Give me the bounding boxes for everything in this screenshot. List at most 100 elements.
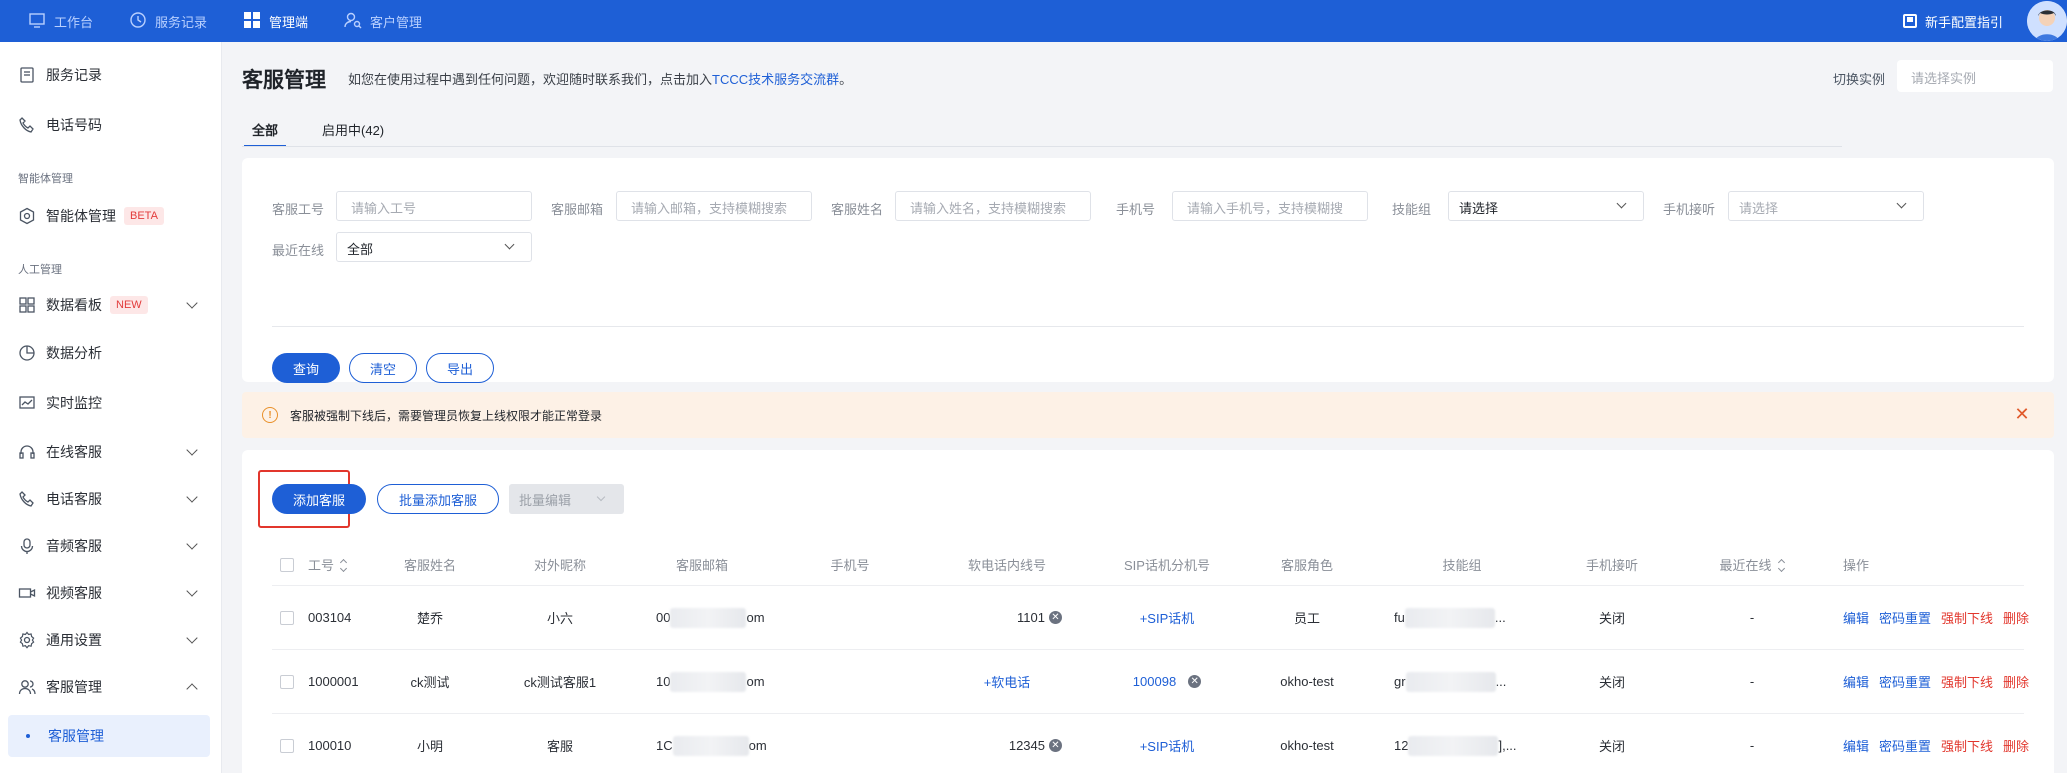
cell-actions: 编辑 密码重置 强制下线 删除: [1843, 714, 2039, 773]
topnav-workbench[interactable]: 工作台: [28, 0, 93, 42]
sidebar-item-ai-manage[interactable]: 智能体管理 BETA: [0, 198, 222, 234]
sidebar-item-monitor[interactable]: 实时监控: [0, 385, 222, 421]
edit-link[interactable]: 编辑: [1843, 672, 1869, 691]
reset-password-link[interactable]: 密码重置: [1879, 672, 1931, 691]
chevron-down-icon: [1896, 198, 1907, 209]
skill-group-value: 请选择: [1459, 201, 1499, 216]
sidebar-item-service-records[interactable]: 服务记录: [0, 57, 222, 93]
add-sip-link[interactable]: +SIP话机: [1140, 608, 1195, 627]
table-row: 1000001 ck测试 ck测试客服1 10 om +软电话 100098 ✕ o…: [272, 650, 2029, 714]
delete-link[interactable]: 删除: [2003, 736, 2029, 755]
remove-icon[interactable]: ✕: [1188, 675, 1202, 688]
onboarding-guide-link[interactable]: 新手配置指引: [1902, 12, 2003, 31]
reset-password-link[interactable]: 密码重置: [1879, 608, 1931, 627]
force-offline-link[interactable]: 强制下线: [1941, 736, 1993, 755]
sidebar-item-phone-service[interactable]: 电话客服: [0, 481, 222, 517]
col-skill-group: 技能组: [1442, 558, 1482, 573]
row-checkbox[interactable]: [280, 586, 294, 649]
chevron-down-icon: [504, 239, 515, 250]
softphone-number: 12345: [1008, 738, 1045, 753]
sidebar-item-label: 音频客服: [46, 538, 102, 554]
tab-enabled[interactable]: 启用中(42): [312, 116, 394, 145]
row-checkbox[interactable]: [280, 714, 294, 773]
select-all-checkbox[interactable]: [280, 544, 294, 585]
sidebar-item-video-service[interactable]: 视频客服: [0, 575, 222, 611]
topnav-service-records[interactable]: 服务记录: [129, 0, 207, 42]
agent-id-input[interactable]: 请输入工号: [336, 191, 532, 221]
skill-end: ...: [1495, 674, 1507, 689]
sidebar-item-phone-numbers[interactable]: 电话号码: [0, 107, 222, 143]
mobile-answer-select[interactable]: 请选择: [1728, 191, 1924, 221]
filter-divider: [272, 326, 2024, 327]
skill-group-label: 技能组: [1392, 202, 1432, 217]
edit-link[interactable]: 编辑: [1843, 736, 1869, 755]
cell-role: 员工: [1293, 611, 1320, 626]
cell-sip: 100098 ✕: [1102, 650, 1232, 713]
col-sip: SIP话机分机号: [1124, 558, 1210, 573]
avatar[interactable]: [2027, 1, 2067, 41]
sidebar-item-label: 电话客服: [46, 491, 102, 507]
sidebar-subitem-agent-manage[interactable]: 客服管理: [8, 715, 210, 757]
email-input[interactable]: 请输入邮箱，支持模糊搜索: [616, 191, 812, 221]
monitor-icon: [28, 11, 46, 32]
clock-icon: [129, 11, 147, 32]
email-label: 客服邮箱: [551, 202, 604, 217]
add-softphone-link[interactable]: +软电话: [984, 672, 1031, 691]
sidebar-item-audio-service[interactable]: 音频客服: [0, 528, 222, 564]
delete-link[interactable]: 删除: [2003, 672, 2029, 691]
tab-all[interactable]: 全部: [242, 116, 288, 147]
edit-link[interactable]: 编辑: [1843, 608, 1869, 627]
page-title: 客服管理: [242, 69, 326, 92]
remove-icon[interactable]: ✕: [1049, 611, 1062, 624]
hint-text: 如您在使用过程中遇到任何问题，欢迎随时联系我们，点击加入: [348, 72, 713, 87]
query-button[interactable]: 查询: [272, 353, 340, 383]
instance-select[interactable]: 请选择实例: [1897, 60, 2053, 92]
name-input[interactable]: 请输入姓名，支持模糊搜索: [895, 191, 1091, 221]
cell-sip: +SIP话机: [1102, 586, 1232, 649]
cell-skill-group: fu...: [1394, 586, 1506, 649]
col-label: 最近在线: [1719, 558, 1772, 573]
dashboard-icon: [18, 296, 36, 314]
export-button[interactable]: 导出: [426, 353, 494, 383]
topnav-admin[interactable]: 管理端: [243, 0, 308, 42]
cell-recent-online: -: [1749, 674, 1755, 689]
grid-icon: [243, 11, 261, 32]
chevron-down-icon: [186, 585, 198, 597]
sidebar-item-analytics[interactable]: 数据分析: [0, 335, 222, 371]
skill-group-select[interactable]: 请选择: [1448, 191, 1644, 221]
delete-link[interactable]: 删除: [2003, 608, 2029, 627]
recent-online-select[interactable]: 全部: [336, 232, 532, 262]
cell-name: 楚乔: [416, 611, 443, 626]
mobile-answer-label: 手机接听: [1663, 202, 1716, 217]
sidebar-item-online-service[interactable]: 在线客服: [0, 434, 222, 470]
forced-offline-notice: ! 客服被强制下线后，需要管理员恢复上线权限才能正常登录 ✕: [242, 392, 2054, 438]
row-checkbox[interactable]: [280, 650, 294, 713]
force-offline-link[interactable]: 强制下线: [1941, 608, 1993, 627]
force-offline-link[interactable]: 强制下线: [1941, 672, 1993, 691]
sidebar-item-dashboard[interactable]: 数据看板 NEW: [0, 287, 222, 323]
email-start: 00: [656, 610, 671, 625]
remove-icon[interactable]: ✕: [1049, 739, 1062, 752]
close-icon[interactable]: ✕: [2014, 405, 2030, 423]
notice-text: 客服被强制下线后，需要管理员恢复上线权限才能正常登录: [290, 408, 603, 423]
sip-extension[interactable]: 100098: [1133, 674, 1176, 689]
agent-id-label: 客服工号: [272, 202, 325, 217]
batch-add-agent-button[interactable]: 批量添加客服: [377, 484, 499, 514]
phone-input[interactable]: 请输入手机号，支持模糊搜: [1172, 191, 1368, 221]
add-sip-link[interactable]: +SIP话机: [1140, 736, 1195, 755]
tccc-group-link[interactable]: TCCC技术服务交流群: [712, 72, 839, 87]
document-icon: [18, 66, 36, 84]
chevron-down-icon: [186, 444, 198, 456]
reset-password-link[interactable]: 密码重置: [1879, 736, 1931, 755]
col-agent-id[interactable]: 工号: [308, 544, 347, 585]
phone-icon: [18, 490, 36, 508]
col-recent-online[interactable]: 最近在线: [1692, 544, 1812, 585]
sidebar-item-general-settings[interactable]: 通用设置: [0, 622, 222, 658]
topnav-customers[interactable]: 客户管理: [344, 0, 422, 42]
chevron-down-icon: [186, 491, 198, 503]
add-agent-button[interactable]: 添加客服: [272, 484, 366, 514]
sidebar-subitem-label: 客服管理: [48, 728, 104, 744]
cell-role: okho-test: [1280, 674, 1334, 689]
clear-button[interactable]: 清空: [349, 353, 417, 383]
sidebar-item-agent-manage[interactable]: 客服管理: [0, 669, 222, 705]
